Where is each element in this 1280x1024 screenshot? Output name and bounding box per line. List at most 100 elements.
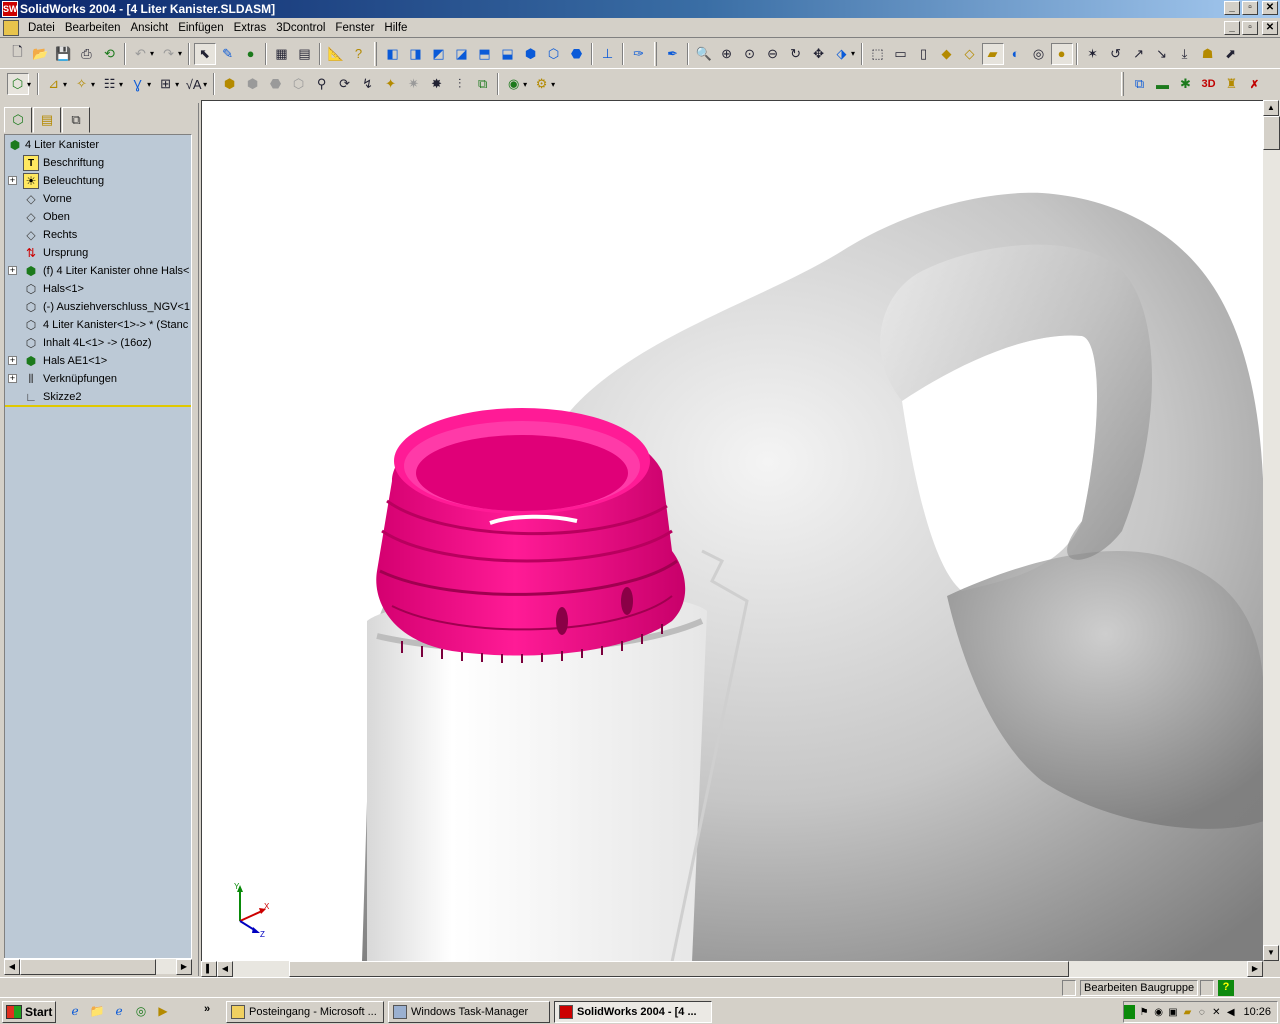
scroll-down-icon[interactable]: ▼: [1263, 945, 1279, 961]
table-icon[interactable]: ▤: [294, 43, 316, 65]
insert-component-icon[interactable]: ⬢: [219, 73, 241, 95]
tree-item-beleuchtung[interactable]: + ☀ Beleuchtung: [5, 172, 191, 190]
tree-item-hals[interactable]: ⬡ Hals<1>: [5, 280, 191, 298]
traffic-light-icon[interactable]: ●: [240, 43, 262, 65]
change-transparency-icon[interactable]: ⬣: [265, 73, 287, 95]
view-right-icon[interactable]: ◪: [451, 43, 473, 65]
expand-icon[interactable]: +: [8, 374, 17, 383]
print-icon[interactable]: ⎙: [76, 43, 98, 65]
close-button[interactable]: ✕: [1262, 1, 1278, 15]
view-bottom-icon[interactable]: ⬓: [497, 43, 519, 65]
view-iso-icon[interactable]: ⬢: [520, 43, 542, 65]
graphics-viewport[interactable]: Y X Z: [201, 100, 1263, 961]
tree-item-verknuepfungen[interactable]: + ⫴ Verknüpfungen: [5, 370, 191, 388]
pan-icon[interactable]: ✥: [808, 43, 830, 65]
zoom-selection-icon[interactable]: ⊖: [762, 43, 784, 65]
shadow-icon[interactable]: ▰: [981, 42, 1004, 65]
task-solidworks[interactable]: SolidWorks 2004 - [4 ...: [554, 1001, 712, 1023]
arrow-down-right-icon[interactable]: ↘: [1151, 43, 1173, 65]
tree-item-ausziehverschluss[interactable]: ⬡ (-) Ausziehverschluss_NGV<1:: [5, 298, 191, 316]
vertical-scroll-thumb[interactable]: [1263, 116, 1280, 150]
menu-einfuegen[interactable]: Einfügen: [173, 19, 228, 37]
hidden-lines-visible-icon[interactable]: ▭: [890, 43, 912, 65]
rotate-icon[interactable]: ↺: [1105, 43, 1127, 65]
3dcontrol-close-icon[interactable]: ✗: [1244, 73, 1266, 95]
perspective-icon[interactable]: ◎: [1028, 43, 1050, 65]
quick-launch-overflow[interactable]: »: [204, 1003, 210, 1015]
undo-icon[interactable]: ↶: [130, 43, 152, 65]
media-player-icon[interactable]: ▶: [154, 1002, 172, 1020]
menu-ansicht[interactable]: Ansicht: [125, 19, 173, 37]
tree-horizontal-scrollbar[interactable]: ◀ ▶: [4, 958, 192, 975]
reference-geometry-icon[interactable]: ⊞: [155, 73, 177, 95]
viewport-vertical-scrollbar[interactable]: ▲ ▼: [1263, 100, 1280, 961]
simulation-icon[interactable]: ◉: [503, 73, 525, 95]
exploded-view-icon[interactable]: ⧉: [472, 73, 494, 95]
explorer-folder-icon[interactable]: 📁: [88, 1002, 106, 1020]
model-render[interactable]: [202, 101, 1263, 961]
hide-component-icon[interactable]: ⬢: [242, 73, 264, 95]
menu-hilfe[interactable]: Hilfe: [379, 19, 412, 37]
document-icon[interactable]: [3, 19, 19, 36]
neck-finish-part[interactable]: [376, 408, 686, 663]
tray-monitor-icon[interactable]: ▣: [1167, 1005, 1178, 1019]
tab-split-handle[interactable]: ▌: [201, 961, 217, 977]
doc-close-button[interactable]: ✕: [1262, 21, 1278, 35]
outlook-icon[interactable]: ◎: [132, 1002, 150, 1020]
gear-icon[interactable]: ⚙: [531, 73, 553, 95]
scroll-thumb[interactable]: [20, 959, 156, 975]
tray-mouse-icon[interactable]: ◌: [1196, 1005, 1207, 1019]
menu-bearbeiten[interactable]: Bearbeiten: [60, 19, 126, 37]
collision-detection-icon[interactable]: ✦: [380, 73, 402, 95]
expand-icon[interactable]: +: [8, 356, 17, 365]
3dcontrol-car-icon[interactable]: ▬: [1152, 73, 1174, 95]
3dcontrol-3d-icon[interactable]: 3D: [1198, 73, 1220, 95]
select-icon[interactable]: ⬉: [193, 42, 216, 65]
wireframe-icon[interactable]: ⬚: [867, 43, 889, 65]
help-pointer-icon[interactable]: ?: [348, 43, 370, 65]
view-front-icon[interactable]: ◧: [382, 43, 404, 65]
open-file-icon[interactable]: 📂: [30, 43, 52, 65]
explode-icon[interactable]: ✸: [426, 73, 448, 95]
view-left-icon[interactable]: ◩: [428, 43, 450, 65]
realview-icon[interactable]: ●: [1050, 42, 1073, 65]
scroll-right-icon[interactable]: ▶: [1247, 961, 1263, 977]
tray-green-icon[interactable]: [1123, 1005, 1136, 1019]
suppress-component-icon[interactable]: ⬡: [288, 73, 310, 95]
line-arrow-icon[interactable]: ↗: [1128, 43, 1150, 65]
zoom-area-icon[interactable]: ⊕: [716, 43, 738, 65]
3dcontrol-dial-icon[interactable]: ✱: [1175, 73, 1197, 95]
rotate-view-icon[interactable]: ↻: [785, 43, 807, 65]
tree-item-oben[interactable]: ◇ Oben: [5, 208, 191, 226]
3dcontrol-bucket-icon[interactable]: ♜: [1221, 73, 1243, 95]
pen-tool-icon[interactable]: ✑: [628, 43, 650, 65]
view-dimetric-icon[interactable]: ⬣: [566, 43, 588, 65]
zoom-in-out-icon[interactable]: ⊙: [739, 43, 761, 65]
tray-volume-icon[interactable]: ◀: [1225, 1005, 1236, 1019]
section-view-icon[interactable]: ◐: [1005, 43, 1027, 65]
scroll-left-icon[interactable]: ◀: [4, 959, 20, 975]
tray-network-icon[interactable]: ⚑: [1138, 1005, 1149, 1019]
window-tile-icon[interactable]: ⧉: [1129, 73, 1151, 95]
scroll-left-icon[interactable]: ◀: [217, 961, 233, 977]
property-manager-tab-icon[interactable]: ▤: [33, 107, 61, 133]
tree-item-kanister-part[interactable]: ⬡ 4 Liter Kanister<1>-> * (Stanc: [5, 316, 191, 334]
rotate-component-icon[interactable]: ↯: [357, 73, 379, 95]
rollback-bar[interactable]: [5, 405, 191, 407]
shaded-edges-icon[interactable]: ◆: [936, 43, 958, 65]
scroll-right-icon[interactable]: ▶: [176, 959, 192, 975]
shade-helmet-icon[interactable]: ☗: [1197, 43, 1219, 65]
doc-minimize-button[interactable]: _: [1224, 21, 1240, 35]
measure-icon[interactable]: 📐: [325, 43, 347, 65]
tray-folder-icon[interactable]: ▰: [1182, 1005, 1193, 1019]
smart-fasteners-icon[interactable]: ⚲: [311, 73, 333, 95]
restore-button[interactable]: ▫: [1242, 1, 1258, 15]
tree-item-vorne[interactable]: ◇ Vorne: [5, 190, 191, 208]
menu-extras[interactable]: Extras: [229, 19, 272, 37]
redo-icon[interactable]: ↷: [158, 43, 180, 65]
normal-to-icon[interactable]: ⊥: [597, 43, 619, 65]
move-component-icon[interactable]: ⟳: [334, 73, 356, 95]
expand-icon[interactable]: +: [8, 176, 17, 185]
start-button[interactable]: Start: [2, 1001, 56, 1023]
hidden-lines-removed-icon[interactable]: ▯: [913, 43, 935, 65]
